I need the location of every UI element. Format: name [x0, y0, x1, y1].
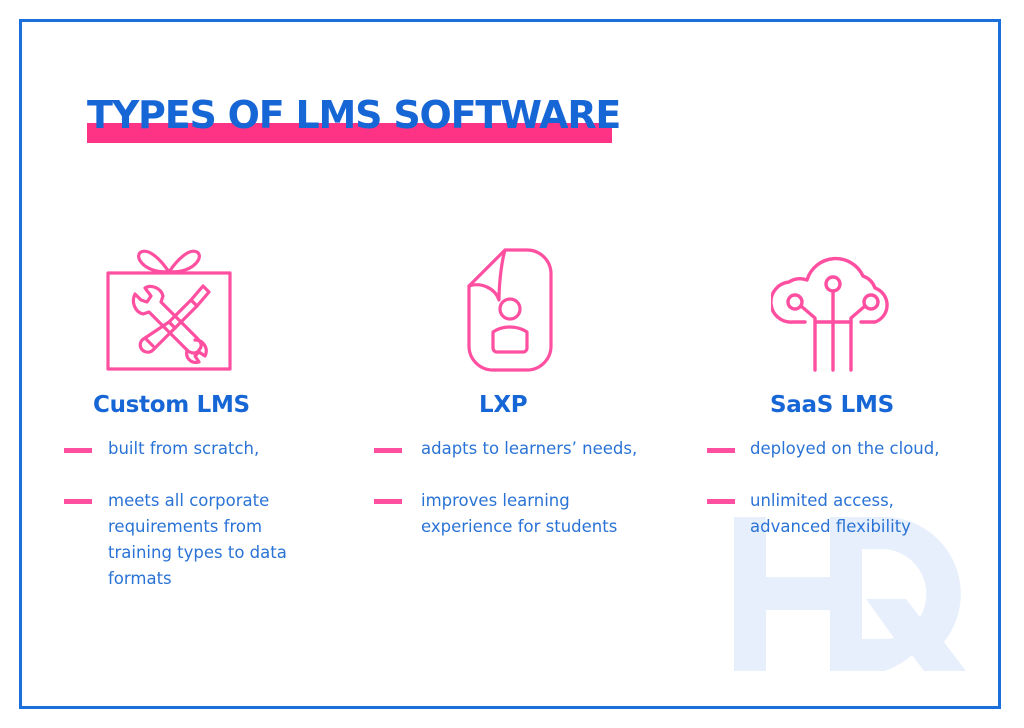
bullet-text: built from scratch, — [108, 436, 259, 462]
column-heading-saas-lms: SaaS LMS — [770, 392, 894, 418]
bullet-line: advanced flexibility — [750, 517, 911, 536]
gift-box-tools-icon — [106, 249, 232, 371]
bullet-dash — [374, 448, 402, 453]
bullet-line: improves learning — [421, 491, 570, 510]
bullet-dash — [64, 499, 92, 504]
bullet-text: deployed on the cloud, — [750, 436, 939, 462]
bullet-line: formats — [108, 569, 172, 588]
bullet-line: deployed on the cloud, — [750, 439, 940, 458]
bullet-line: requirements from — [108, 517, 263, 536]
bullet-line: built from scratch, — [108, 439, 260, 458]
title-block: TYPES OF LMS SOFTWARE — [87, 92, 621, 143]
bullet-dash — [707, 499, 735, 504]
bullet-line: training types to data — [108, 543, 287, 562]
hq-watermark-logo — [734, 517, 966, 671]
cloud-network-icon — [771, 256, 889, 372]
bullet-dash — [64, 448, 92, 453]
bullet-text: adapts to learners’ needs, — [421, 436, 637, 462]
watermark-q-shape — [830, 517, 966, 671]
bullet-text: unlimited access, advanced flexibility — [750, 488, 911, 540]
bullet-line: unlimited access, — [750, 491, 894, 510]
page-title: TYPES OF LMS SOFTWARE — [87, 93, 621, 137]
bullet-text: meets all corporate requirements from tr… — [108, 488, 287, 592]
bullet-text: improves learning experience for student… — [421, 488, 617, 540]
column-heading-custom-lms: Custom LMS — [93, 392, 250, 418]
bullet-dash — [374, 499, 402, 504]
bullet-line: meets all corporate — [108, 491, 270, 510]
bullet-dash — [707, 448, 735, 453]
bullet-line: adapts to learners’ needs, — [421, 439, 638, 458]
bullet-line: experience for students — [421, 517, 618, 536]
column-heading-lxp: LXP — [479, 392, 528, 418]
user-document-icon — [467, 248, 553, 372]
